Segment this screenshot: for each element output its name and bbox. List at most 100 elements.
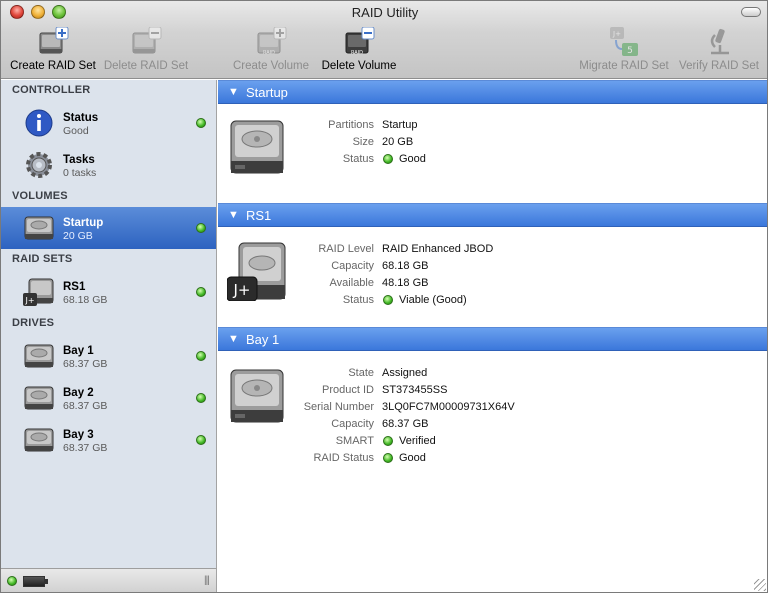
bay1-section-header[interactable]: ▼ Bay 1 [218,327,767,351]
status-indicator-icon [196,223,206,233]
raid-set-icon: J+ [23,278,54,306]
toolbar-toggle-button[interactable] [741,7,761,17]
disclosure-triangle-icon[interactable]: ▼ [228,86,239,98]
section-volumes: VOLUMES [12,190,68,202]
delete-raid-set-button[interactable]: Delete RAID Set [101,27,191,77]
migrate-raid-set-icon: J+ 5 [610,27,638,56]
disclosure-triangle-icon[interactable]: ▼ [228,209,239,221]
sidebar-footer: ||| [1,568,217,592]
sidebar-item-label: Status [63,112,99,124]
raid-utility-window: RAID Utility Create RAID Set Delete RAID… [0,0,768,593]
property-label: Available [329,277,374,289]
controller-status-icon [7,576,17,586]
create-raid-set-button[interactable]: Create RAID Set [7,27,99,77]
create-volume-icon: RAID [257,27,287,56]
hard-drive-icon [24,386,54,410]
sidebar-item-tasks[interactable]: Tasks 0 tasks [1,144,216,186]
sidebar: CONTROLLER Status Good Tasks 0 tasks VOL… [1,80,217,568]
sidebar-item-bay-3[interactable]: Bay 3 68.37 GB [1,419,216,461]
section-controller: CONTROLLER [12,84,91,96]
sidebar-item-subtitle: 68.37 GB [63,358,108,370]
status-indicator-icon [196,287,206,297]
property-label: State [348,367,374,379]
property-label: Capacity [331,260,374,272]
hard-drive-icon [24,216,54,240]
property-label: Size [352,136,374,148]
status-indicator-icon [196,351,206,361]
section-title: Bay 1 [246,332,280,347]
status-indicator-icon [196,435,206,445]
property-value: 20 GB [382,136,414,148]
create-raid-set-icon [39,27,69,54]
property-value: 48.18 GB [382,277,429,289]
sidebar-item-status[interactable]: Status Good [1,102,216,144]
gear-icon [26,152,52,178]
create-volume-button[interactable]: RAID Create Volume [228,27,314,77]
property-label: RAID Level [318,243,374,255]
property-value: Startup [382,119,418,131]
property-value: 68.37 GB [382,418,429,430]
delete-volume-label: Delete Volume [321,60,397,72]
status-indicator-icon [196,118,206,128]
property-label: Partitions [328,119,374,131]
sidebar-item-startup[interactable]: Startup 20 GB [1,207,216,249]
disclosure-triangle-icon[interactable]: ▼ [228,333,239,345]
window-title: RAID Utility [351,5,419,20]
rs1-section-header[interactable]: ▼ RS1 [218,203,767,227]
property-value: RAID Enhanced JBOD [382,243,494,255]
property-label: Product ID [322,384,374,396]
property-label: Serial Number [303,401,374,413]
property-label: SMART [335,435,374,447]
resize-handle-icon[interactable] [754,579,766,591]
property-value: ST373455SS [382,384,448,396]
migrate-badge-top-text: J+ [612,30,621,38]
status-ok-icon [383,436,393,446]
verify-raid-set-button[interactable]: Verify RAID Set [675,27,763,77]
sidebar-item-label: Bay 3 [63,429,94,441]
migrate-raid-set-label: Migrate RAID Set [579,60,669,72]
splitter-grip-icon[interactable]: ||| [204,575,210,586]
create-volume-label: Create Volume [232,60,310,72]
sidebar-rs1-badge-text: J+ [24,296,34,305]
hard-drive-icon [24,344,54,368]
sidebar-item-subtitle: 68.18 GB [63,294,108,306]
delete-raid-set-icon [132,27,162,54]
sidebar-item-label: Bay 1 [63,345,94,357]
verify-raid-set-label: Verify RAID Set [679,60,759,72]
delete-raid-set-label: Delete RAID Set [103,60,189,72]
status-ok-icon [383,453,393,463]
delete-volume-button[interactable]: RAID Delete Volume [317,27,401,77]
sidebar-item-label: Bay 2 [63,387,94,399]
microscope-icon [710,28,729,55]
sidebar-item-label: Tasks [63,154,95,166]
property-label: Status [342,294,374,306]
startup-section-header[interactable]: ▼ Startup [218,80,767,104]
hard-drive-icon [24,428,54,452]
create-volume-raid-text: RAID [263,50,275,56]
section-raid-sets: RAID SETS [12,253,73,265]
sidebar-item-rs1[interactable]: J+ RS1 68.18 GB [1,271,216,313]
delete-volume-raid-text: RAID [351,50,363,56]
detail-pane: ▼ Startup Partitions Startup Size 20 GB … [218,80,767,592]
info-icon [25,109,53,137]
sidebar-item-label: RS1 [63,281,86,293]
status-ok-icon [383,295,393,305]
sidebar-item-subtitle: 68.37 GB [63,400,108,412]
property-label: Status [342,153,374,165]
sidebar-item-subtitle: 20 GB [63,230,93,242]
property-value: Viable (Good) [399,294,467,306]
migrate-raid-set-button[interactable]: J+ 5 Migrate RAID Set [576,27,672,77]
property-value: 3LQ0FC7M00009731X64V [382,401,515,413]
sidebar-item-bay-1[interactable]: Bay 1 68.37 GB [1,335,216,377]
sidebar-item-subtitle: Good [63,125,89,137]
create-raid-set-label: Create RAID Set [10,60,96,72]
delete-volume-icon: RAID [345,27,375,56]
property-value: Verified [399,435,436,447]
property-value: Good [399,452,426,464]
section-title: Startup [246,85,288,100]
toolbar: RAID Utility Create RAID Set Delete RAID… [1,1,767,79]
migrate-badge-bottom-text: 5 [627,46,633,56]
property-label: Capacity [331,418,374,430]
battery-icon [23,576,48,587]
sidebar-item-bay-2[interactable]: Bay 2 68.37 GB [1,377,216,419]
